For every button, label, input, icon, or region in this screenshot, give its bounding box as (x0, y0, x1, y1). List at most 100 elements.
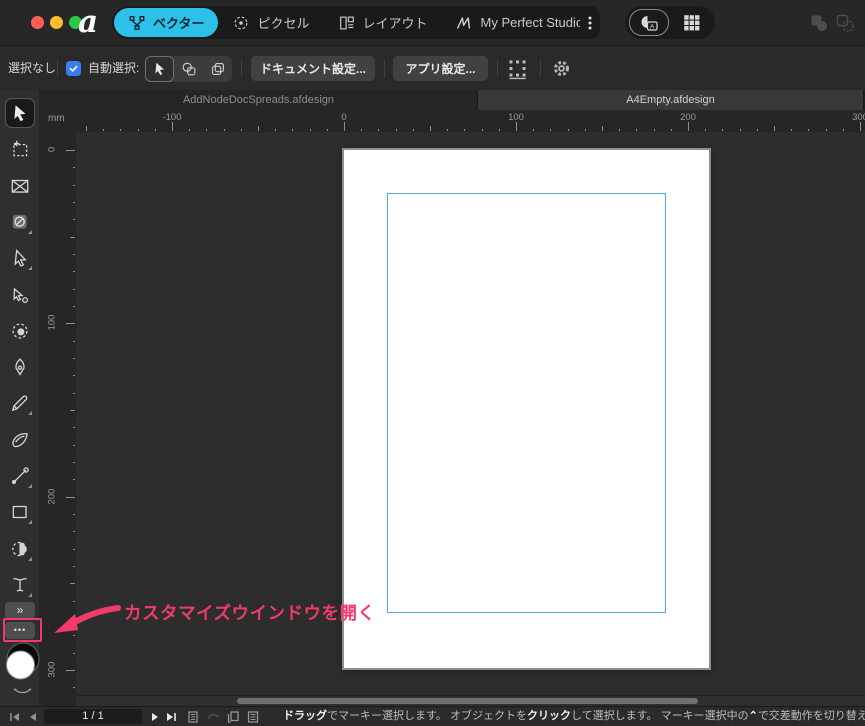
page-list-icon[interactable] (246, 710, 260, 724)
svg-text:A: A (650, 23, 655, 30)
duplicate-icon (209, 60, 227, 78)
link-pages-icon (206, 710, 220, 724)
flyout-indicator (28, 266, 32, 271)
flyout-indicator (28, 556, 32, 561)
select-object-icon (180, 60, 198, 78)
close-window-button[interactable] (31, 16, 44, 29)
persona-overflow-button[interactable] (580, 6, 600, 39)
artboard-tool[interactable] (5, 134, 35, 164)
artistic-text-tool[interactable] (5, 570, 35, 600)
pen-tool[interactable] (5, 352, 35, 382)
style-picker-tool[interactable] (5, 207, 35, 237)
selection-status: 選択なし (8, 61, 57, 75)
document-settings-button[interactable]: ドキュメント設定... (251, 56, 375, 81)
select-object-mode[interactable] (174, 56, 203, 82)
fill-stroke-swatches-icon[interactable] (1, 641, 43, 697)
flyout-indicator (28, 484, 32, 488)
persona-tab-vector[interactable]: ベクター (114, 8, 219, 37)
assistant-toggle[interactable]: A (629, 9, 669, 36)
move-cursor-icon (151, 60, 169, 78)
expand-tools-button[interactable]: » (5, 602, 35, 619)
flood-select-tool[interactable] (5, 534, 35, 564)
checkmark-icon (68, 63, 79, 74)
rectangle-tool[interactable] (5, 497, 35, 527)
statusbar-hint: ドラッグでマーキー選択します。 オブジェクトをクリックして選択します。 マーキー… (283, 710, 865, 722)
studio-persona-icon (456, 14, 474, 32)
more-tools-button[interactable]: ••• (5, 622, 35, 639)
persona-tab-studio[interactable]: My Perfect Studio (442, 8, 598, 37)
persona-tab-label: My Perfect Studio (480, 15, 584, 30)
horizontal-ruler: -100 0 100 200 300 (76, 110, 865, 132)
first-page-icon[interactable] (8, 710, 22, 724)
divider (497, 59, 498, 78)
last-page-icon[interactable] (164, 710, 178, 724)
pages-icon[interactable] (186, 710, 200, 724)
minimize-window-button[interactable] (50, 16, 63, 29)
studio-presets-toggle[interactable] (673, 9, 711, 36)
page-indicator: 1 / 1 (44, 709, 142, 724)
duplicate-page-icon[interactable] (226, 710, 240, 724)
kebab-menu-icon (583, 13, 597, 33)
titlebar-disabled-actions (809, 13, 855, 33)
affinity-designer-window: a ベクター ピクセル レイアウト My Perfect Studio A 選択なし … (0, 0, 865, 726)
prev-page-icon[interactable] (26, 710, 40, 724)
persona-tab-label: レイアウト (362, 16, 428, 31)
vector-brush-tool[interactable] (5, 425, 35, 455)
page-margin-guide (387, 193, 666, 613)
ruler-unit-label: mm (48, 113, 65, 124)
canvas-viewport[interactable] (76, 132, 865, 706)
flyout-indicator (28, 229, 32, 234)
boolean-add-button (809, 13, 829, 33)
contour-tool[interactable] (5, 280, 35, 310)
select-cursor-mode[interactable] (145, 56, 174, 82)
affinity-logo: a (78, 4, 99, 40)
next-page-icon[interactable] (148, 710, 162, 724)
statusbar: 1 / 1 ドラッグでマーキー選択します。 オブジェクトをクリックして選択します… (0, 706, 865, 726)
pencil-tool[interactable] (5, 388, 35, 418)
selection-brush-tool[interactable] (5, 316, 35, 346)
titlebar: a ベクター ピクセル レイアウト My Perfect Studio A (0, 0, 865, 45)
selection-mode-group (145, 56, 232, 82)
divider (241, 59, 242, 78)
document-tab[interactable]: AddNodeDocSpreads.afdesign (40, 90, 478, 110)
auto-select-checkbox[interactable] (66, 61, 81, 76)
persona-tab-label: ピクセル (257, 16, 310, 31)
gear-icon[interactable] (550, 57, 573, 80)
ruler-label: -100 (162, 112, 182, 123)
assistant-icon: A (638, 13, 660, 33)
persona-tabs: ベクター ピクセル レイアウト My Perfect Studio (112, 6, 600, 39)
ruler-label: 200 (680, 112, 696, 123)
ruler-label: 300 (46, 661, 58, 678)
snapping-icon[interactable] (506, 57, 529, 80)
pixel-persona-icon (232, 14, 250, 32)
studio-presets-grid-icon (681, 13, 703, 33)
vector-persona-icon (128, 14, 146, 32)
horizontal-scrollbar[interactable] (76, 695, 865, 706)
document-page (344, 150, 709, 668)
persona-tab-layout[interactable]: レイアウト (324, 8, 442, 37)
document-tab[interactable]: A4Empty.afdesign (478, 90, 864, 110)
divider (57, 59, 58, 78)
flyout-indicator (28, 520, 32, 525)
node-tool[interactable] (5, 243, 35, 273)
horizontal-scrollbar-thumb[interactable] (237, 698, 698, 704)
envelope-tool[interactable] (5, 171, 35, 201)
ruler-unit[interactable]: mm (40, 110, 76, 132)
ruler-label: 100 (46, 314, 58, 331)
divider (540, 59, 541, 78)
ruler-label: 100 (508, 112, 524, 123)
document-tabbar: AddNodeDocSpreads.afdesign A4Empty.afdesi… (40, 90, 865, 110)
boolean-divide-button (835, 13, 855, 33)
persona-tab-pixel[interactable]: ピクセル (218, 8, 323, 37)
ruler-label: 0 (46, 146, 58, 153)
auto-select-label: 自動選択: (88, 61, 140, 75)
ruler-label: 0 (341, 112, 347, 123)
move-tool[interactable] (5, 98, 35, 128)
gradient-tool[interactable] (5, 461, 35, 491)
divider (384, 59, 385, 78)
select-group-mode[interactable] (203, 56, 232, 82)
context-toolbar: 選択なし 自動選択: ドキュメント設定... アプリ設定... (0, 45, 865, 90)
ruler-label: 300 (852, 112, 865, 123)
app-settings-button[interactable]: アプリ設定... (393, 56, 488, 81)
tools-panel: » ••• (0, 90, 40, 706)
